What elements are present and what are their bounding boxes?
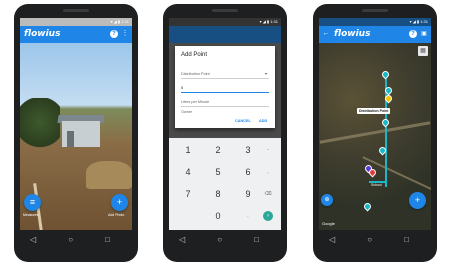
tree-shape bbox=[20, 98, 60, 158]
status-time: 1:31 bbox=[270, 19, 278, 24]
hay-pile bbox=[86, 161, 132, 189]
add-icon: + bbox=[116, 197, 123, 207]
status-bar: ▾ ◢ ▮ 1:31 bbox=[169, 18, 281, 26]
owner-field[interactable]: Owner bbox=[181, 108, 269, 117]
owner-placeholder: Owner bbox=[181, 110, 193, 114]
phone-map: Distribution Point School ▦ Google ▾ ◢ ▮… bbox=[313, 4, 437, 262]
map-screen: Distribution Point School ▦ Google ▾ ◢ ▮… bbox=[319, 18, 431, 230]
phone-photo: ▾ ◢ ▮ 1:31 flowius ? ⋮ ≡ Measures + Add … bbox=[14, 4, 138, 262]
add-photo-label: Add Photo bbox=[108, 213, 125, 217]
map-road bbox=[319, 121, 431, 144]
key-8[interactable]: 8 bbox=[203, 184, 233, 204]
status-bar: ▾ ◢ ▮ 1:31 bbox=[20, 18, 132, 26]
point-type-select[interactable]: Distribution Point ▾ bbox=[181, 70, 269, 79]
google-attribution: Google bbox=[322, 221, 335, 226]
nav-bar: ◁ ○ □ bbox=[163, 228, 275, 250]
app-bar: flowius ? ⋮ bbox=[20, 26, 132, 43]
recents-nav-icon[interactable]: □ bbox=[404, 235, 409, 244]
hut-door bbox=[67, 131, 74, 147]
map-pin[interactable] bbox=[380, 69, 391, 80]
status-time: 1:31 bbox=[121, 19, 129, 24]
point-info-label[interactable]: Distribution Point bbox=[357, 108, 391, 114]
enter-icon[interactable]: › bbox=[263, 211, 273, 221]
map-pin[interactable] bbox=[362, 201, 373, 212]
map-pin[interactable] bbox=[367, 167, 378, 178]
status-time: 1:31 bbox=[420, 19, 428, 24]
more-vert-icon[interactable]: ⋮ bbox=[120, 29, 130, 39]
list-icon: ≡ bbox=[29, 197, 36, 207]
my-location-button[interactable]: ⊕ bbox=[321, 194, 333, 206]
phone-dialog: ▾ ◢ ▮ 1:31 Add Point Distribution Point … bbox=[163, 4, 287, 262]
status-bar: ▾ ◢ ▮ 1:31 bbox=[319, 18, 431, 26]
add-point-fab[interactable]: + bbox=[409, 192, 426, 209]
value-input-text: 5 bbox=[181, 86, 184, 90]
help-icon[interactable]: ? bbox=[110, 30, 118, 38]
photo-screen: ▾ ◢ ▮ 1:31 flowius ? ⋮ ≡ Measures + Add … bbox=[20, 18, 132, 230]
save-icon[interactable]: ▣ bbox=[419, 29, 429, 39]
key-5[interactable]: 5 bbox=[203, 162, 233, 182]
dialog-screen: ▾ ◢ ▮ 1:31 Add Point Distribution Point … bbox=[169, 18, 281, 230]
app-brand: flowius bbox=[24, 29, 61, 39]
map-pin[interactable] bbox=[380, 117, 391, 128]
status-icons: ▾ ◢ ▮ bbox=[409, 19, 421, 24]
cancel-button[interactable]: CANCEL bbox=[235, 119, 251, 123]
measures-label: Measures bbox=[23, 213, 39, 217]
home-nav-icon[interactable]: ○ bbox=[68, 235, 73, 244]
back-nav-icon[interactable]: ◁ bbox=[329, 235, 335, 244]
map-layers-icon[interactable]: ▦ bbox=[418, 46, 428, 56]
app-bar-dimmed bbox=[169, 26, 281, 43]
my-location-icon: ⊕ bbox=[324, 197, 330, 203]
rate-placeholder: Liters per Minute bbox=[181, 100, 210, 104]
recents-nav-icon[interactable]: □ bbox=[254, 235, 259, 244]
back-nav-icon[interactable]: ◁ bbox=[30, 235, 36, 244]
key-dot[interactable]: . bbox=[233, 206, 263, 226]
numeric-keypad: 1 2 3 - 4 5 6 , 7 8 9 ⌫ 0 . › bbox=[169, 138, 281, 230]
value-input[interactable]: 5 bbox=[181, 84, 269, 93]
rate-field[interactable]: Liters per Minute bbox=[181, 98, 269, 107]
key-2[interactable]: 2 bbox=[203, 140, 233, 160]
back-nav-icon[interactable]: ◁ bbox=[179, 235, 185, 244]
home-nav-icon[interactable]: ○ bbox=[217, 235, 222, 244]
status-icons: ▾ ◢ ▮ bbox=[110, 19, 122, 24]
recents-nav-icon[interactable]: □ bbox=[105, 235, 110, 244]
add-button[interactable]: ADD bbox=[259, 119, 267, 123]
place-label: School bbox=[371, 183, 382, 187]
home-nav-icon[interactable]: ○ bbox=[367, 235, 372, 244]
chevron-down-icon: ▾ bbox=[264, 71, 267, 76]
add-photo-fab[interactable]: + bbox=[111, 194, 128, 211]
nav-bar: ◁ ○ □ bbox=[14, 228, 126, 250]
nav-bar: ◁ ○ □ bbox=[313, 228, 425, 250]
key-0[interactable]: 0 bbox=[203, 206, 233, 226]
screenshot-stage: ▾ ◢ ▮ 1:31 flowius ? ⋮ ≡ Measures + Add … bbox=[0, 0, 450, 266]
key-comma[interactable]: , bbox=[253, 162, 281, 182]
app-bar: ← flowius ? ▣ bbox=[319, 26, 431, 43]
key-7[interactable]: 7 bbox=[173, 184, 203, 204]
key-1[interactable]: 1 bbox=[173, 140, 203, 160]
add-point-dialog: Add Point Distribution Point ▾ 5 Liters … bbox=[175, 46, 275, 128]
status-icons: ▾ ◢ ▮ bbox=[259, 19, 271, 24]
help-icon[interactable]: ? bbox=[409, 30, 417, 38]
dialog-title: Add Point bbox=[181, 52, 208, 58]
measures-fab[interactable]: ≡ bbox=[24, 194, 41, 211]
point-type-value: Distribution Point bbox=[181, 72, 210, 76]
back-arrow-icon[interactable]: ← bbox=[321, 29, 331, 39]
key-minus[interactable]: - bbox=[253, 140, 281, 160]
add-icon: + bbox=[414, 195, 421, 205]
app-brand: flowius bbox=[334, 29, 371, 39]
backspace-icon[interactable]: ⌫ bbox=[253, 184, 281, 204]
key-4[interactable]: 4 bbox=[173, 162, 203, 182]
